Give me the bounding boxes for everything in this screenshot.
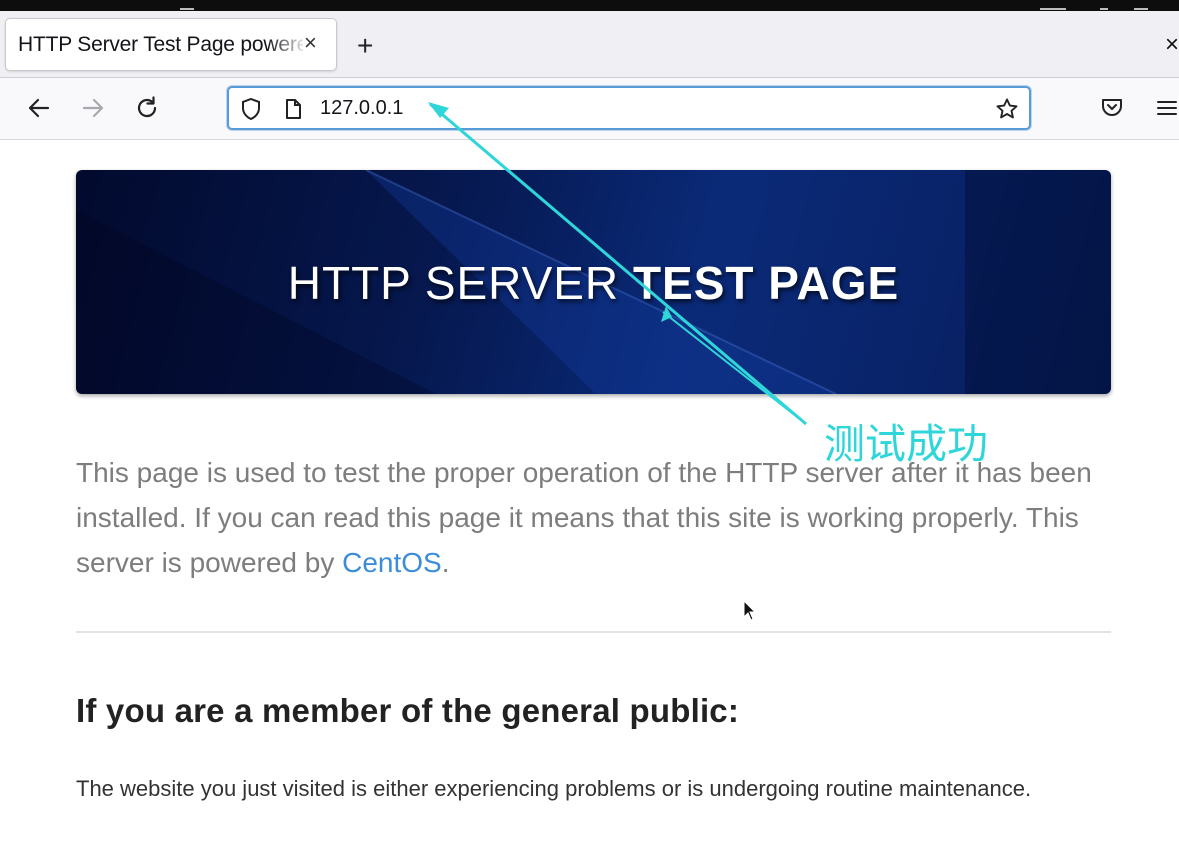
system-bar-indicator bbox=[180, 0, 194, 10]
back-button[interactable] bbox=[25, 94, 53, 122]
page-icon[interactable] bbox=[281, 97, 305, 121]
system-top-bar bbox=[0, 0, 1179, 11]
pocket-icon[interactable] bbox=[1100, 95, 1124, 119]
tab-close-icon[interactable]: × bbox=[304, 30, 317, 56]
hamburger-menu-icon[interactable] bbox=[1156, 97, 1178, 119]
url-text[interactable]: 127.0.0.1 bbox=[320, 97, 403, 120]
centos-link[interactable]: CentOS bbox=[342, 547, 442, 578]
address-bar[interactable]: 127.0.0.1 bbox=[227, 86, 1031, 130]
new-tab-button[interactable]: + bbox=[357, 32, 373, 60]
navigation-toolbar: 127.0.0.1 bbox=[0, 78, 1179, 140]
system-bar-indicator bbox=[1040, 0, 1066, 10]
tab-title: HTTP Server Test Page powered by CentOS bbox=[18, 33, 303, 56]
star-icon[interactable] bbox=[995, 97, 1019, 121]
forward-button[interactable] bbox=[79, 94, 107, 122]
reload-button[interactable] bbox=[133, 94, 161, 122]
tab-active[interactable]: HTTP Server Test Page powered by CentOS … bbox=[5, 18, 337, 71]
reload-icon bbox=[137, 96, 157, 118]
shield-icon[interactable] bbox=[239, 97, 263, 121]
tab-title-fade bbox=[268, 25, 308, 65]
section-heading: If you are a member of the general publi… bbox=[76, 692, 740, 729]
intro-text-end: . bbox=[441, 547, 450, 578]
system-bar-indicator bbox=[1100, 0, 1108, 10]
arrow-right-icon bbox=[82, 98, 104, 118]
section-body: The website you just visited is either e… bbox=[76, 776, 1032, 801]
banner-title-bold: TEST PAGE bbox=[632, 257, 900, 309]
banner-title-light: HTTP SERVER bbox=[287, 257, 633, 309]
intro-text: This page is used to test the proper ope… bbox=[76, 457, 1092, 578]
test-page-banner: HTTP SERVER TEST PAGE bbox=[76, 170, 1111, 394]
annotation-label: 测试成功 bbox=[824, 420, 988, 468]
intro-paragraph: This page is used to test the proper ope… bbox=[76, 450, 1116, 585]
tab-strip: HTTP Server Test Page powered by CentOS … bbox=[0, 11, 1179, 78]
arrow-left-icon bbox=[28, 98, 50, 118]
section-divider bbox=[76, 631, 1111, 633]
window-close-icon[interactable]: × bbox=[1165, 32, 1179, 58]
mouse-cursor-icon bbox=[743, 600, 757, 621]
system-bar-indicator bbox=[1134, 0, 1148, 10]
banner-title: HTTP SERVER TEST PAGE bbox=[76, 256, 1111, 310]
